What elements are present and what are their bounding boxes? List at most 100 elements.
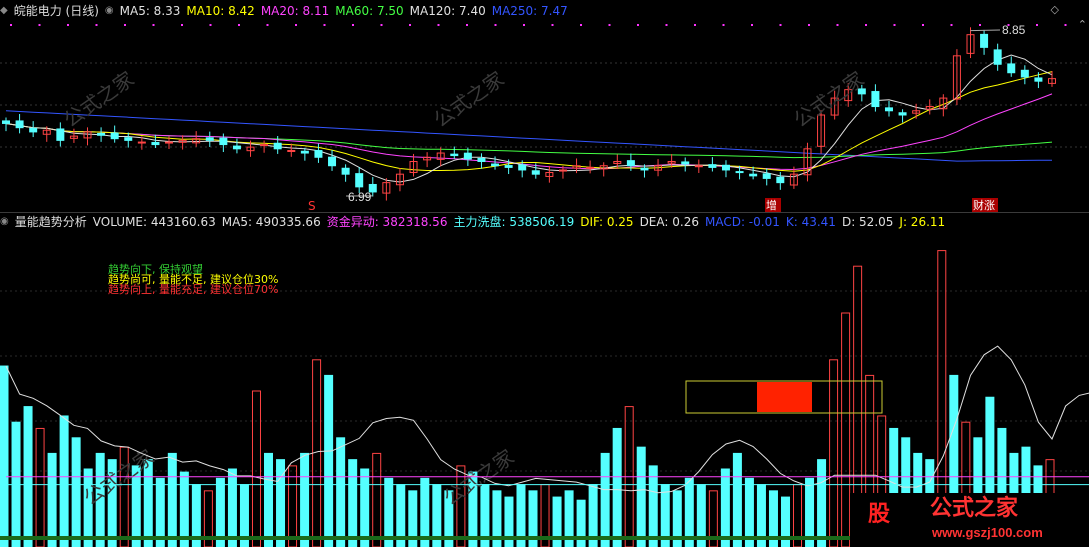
candle-body [518, 164, 527, 171]
price-top-dot [665, 24, 668, 26]
volume-bar [720, 468, 730, 547]
volume-bar [336, 437, 346, 547]
candle-body [273, 142, 282, 150]
indicator-toggle-icon[interactable]: ◉ [0, 213, 9, 231]
candle-body [450, 153, 459, 157]
volume-bar [841, 312, 851, 547]
indicator-label-3: 主力洗盘: 538506.19 [453, 215, 575, 229]
candle-body [110, 132, 119, 140]
candle-body [124, 137, 133, 141]
candle-body [504, 165, 513, 168]
price-top-dot [808, 24, 810, 26]
price-top-dot [124, 24, 126, 26]
candle-body [586, 166, 595, 169]
volume-bar [648, 465, 658, 547]
marker-s: S [308, 199, 316, 213]
indicator-label-2: 资金异动: 382318.56 [326, 215, 448, 229]
price-top-dot [238, 24, 240, 26]
candle-body [15, 120, 24, 129]
volume-bar [636, 446, 646, 547]
price-top-dot [893, 24, 896, 26]
marker-zeng: 增 [766, 198, 777, 212]
indicator-label-1: MA5: 490335.66 [221, 215, 321, 229]
volume-bar [360, 468, 370, 547]
trend-band [0, 536, 850, 540]
price-chart: 公式之家 公式之家 公式之家 8.85 6.99 S 增 财涨 [0, 23, 1089, 213]
candle-body [721, 164, 730, 171]
price-top-dot [637, 24, 639, 26]
candle-body [626, 160, 635, 167]
candle-body [1020, 69, 1029, 78]
price-top-dot [751, 24, 753, 26]
candle-body [640, 167, 649, 171]
price-top-dot [551, 24, 554, 26]
price-top-dot [152, 24, 155, 26]
indicator-label-5: DEA: 0.26 [639, 215, 699, 229]
candle-body [29, 127, 38, 133]
candle-body [477, 157, 486, 163]
volume-bar [179, 471, 189, 547]
candle-body [980, 33, 989, 48]
volume-bar [829, 359, 839, 547]
candle-body [463, 152, 472, 160]
ma10-line [5, 71, 1053, 172]
candle-body [355, 173, 364, 188]
price-top-dot [295, 24, 297, 26]
candle-body [137, 141, 146, 144]
candle-body [56, 128, 65, 141]
price-top-dot [323, 24, 326, 26]
price-top-dot [523, 24, 525, 26]
volume-bar [732, 452, 742, 547]
price-top-dot [608, 24, 611, 26]
volume-bar [324, 374, 334, 547]
candle-body [328, 156, 337, 167]
price-top-dot [722, 24, 725, 26]
volume-bar [312, 359, 322, 547]
volume-bar [251, 390, 261, 547]
price-top-dot [779, 24, 782, 26]
bottom-header: ◉ 量能趋势分析 VOLUME: 443160.63 MA5: 490335.66… [0, 213, 945, 231]
volume-bar [167, 452, 177, 547]
price-top-dot [494, 24, 497, 26]
price-top-dot [1064, 24, 1067, 26]
candle-body [314, 150, 323, 158]
candle-body [151, 141, 160, 146]
price-top-dot [437, 24, 440, 26]
candle-body [749, 173, 758, 177]
price-top-dot [950, 24, 953, 26]
volume-bar [612, 427, 622, 547]
price-top-dot [181, 24, 183, 26]
low-label: 6.99 [348, 190, 372, 204]
price-top-dot [979, 24, 981, 26]
candle-body [531, 170, 540, 175]
price-top-dot [409, 24, 411, 26]
indicator-title: 量能趋势分析 [14, 215, 87, 229]
watermark-logo: 股 公式之家 www.gszj100.com [850, 493, 1089, 547]
price-top-dot [10, 24, 12, 26]
candle-body [1007, 63, 1016, 74]
price-top-dot [836, 24, 839, 26]
candle-body [232, 145, 241, 150]
volume-bar [47, 452, 57, 547]
price-top-dot [865, 24, 867, 26]
watermark-faint: 公式之家 [429, 67, 508, 133]
price-top-dot [466, 24, 468, 26]
volume-bar [59, 415, 69, 547]
candle-body [762, 173, 771, 179]
candle-body [205, 137, 214, 141]
price-top-dot [67, 24, 69, 26]
volume-bar [600, 452, 610, 547]
collapse-icon[interactable]: ◇ [1051, 3, 1059, 16]
volume-bar [288, 465, 298, 547]
volume-bar [71, 437, 81, 547]
watermark-faint: 公式之家 [789, 67, 868, 133]
marker-caizhang: 财涨 [973, 198, 995, 212]
indicator-label-9: J: 26.11 [899, 215, 946, 229]
price-top-dot [209, 24, 212, 26]
candle-body [97, 132, 106, 136]
candle-body [993, 49, 1002, 65]
volume-bar [227, 468, 237, 547]
price-top-dot [95, 24, 98, 26]
volume-bar [300, 452, 310, 547]
high-label: 8.85 [1002, 23, 1026, 37]
